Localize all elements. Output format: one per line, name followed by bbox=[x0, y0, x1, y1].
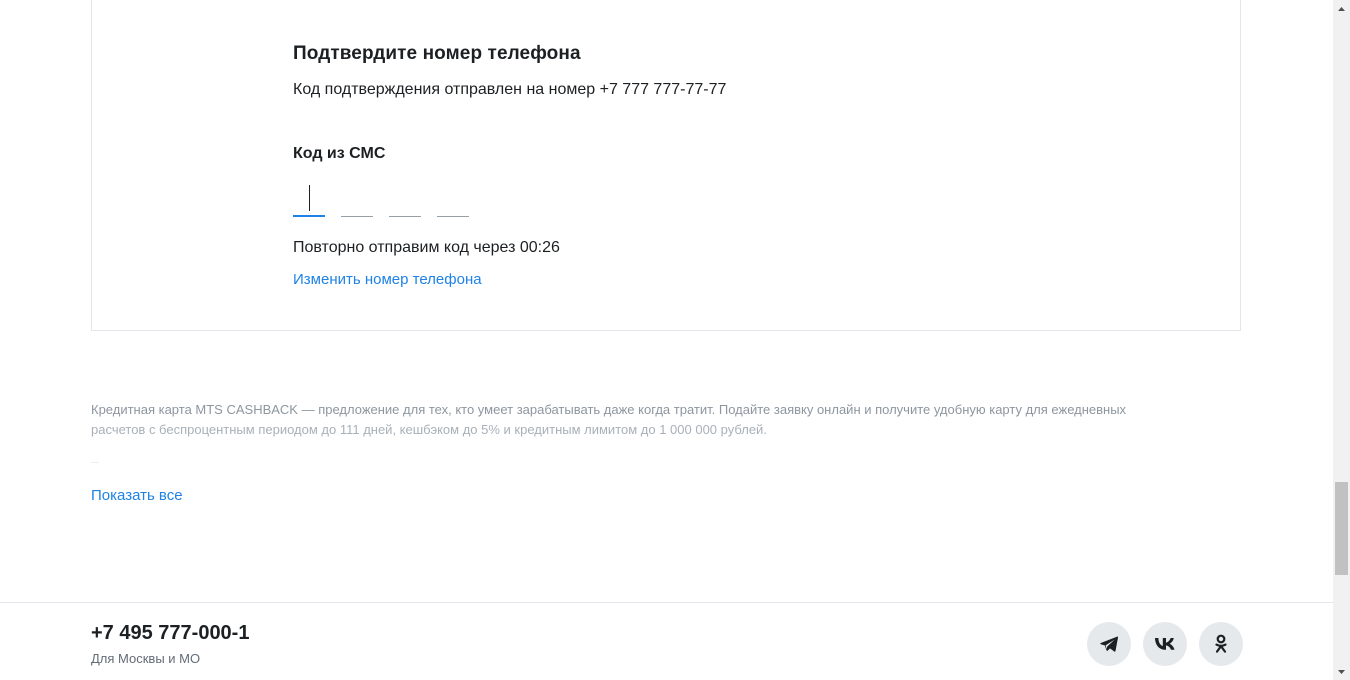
footer-divider bbox=[0, 602, 1333, 603]
change-phone-link[interactable]: Изменить номер телефона bbox=[293, 271, 482, 288]
description-line-2: расчетов с беспроцентным периодом до 111… bbox=[91, 422, 767, 437]
ok-button[interactable] bbox=[1199, 622, 1243, 666]
description-line-1: Кредитная карта MTS CASHBACK — предложен… bbox=[91, 402, 1127, 417]
vk-icon bbox=[1155, 638, 1175, 650]
ok-icon bbox=[1215, 634, 1227, 653]
scroll-up-icon[interactable] bbox=[1333, 0, 1350, 17]
show-all-link[interactable]: Показать все bbox=[91, 487, 183, 504]
scrollbar-thumb[interactable] bbox=[1335, 482, 1348, 575]
vk-button[interactable] bbox=[1143, 622, 1187, 666]
sms-code-label: Код из СМС bbox=[293, 145, 386, 162]
sms-code-inputs bbox=[293, 179, 469, 219]
footer-phone-number[interactable]: +7 495 777-000-1 bbox=[91, 622, 249, 645]
telegram-button[interactable] bbox=[1087, 622, 1131, 666]
footer-region-label: Для Москвы и МО bbox=[91, 651, 201, 666]
confirmation-title: Подтвердите номер телефона bbox=[293, 43, 581, 64]
telegram-icon bbox=[1100, 636, 1118, 652]
vertical-scrollbar[interactable] bbox=[1333, 0, 1350, 680]
resend-timer-text: Повторно отправим код через 00:26 bbox=[293, 239, 560, 256]
confirmation-subtitle: Код подтверждения отправлен на номер +7 … bbox=[293, 81, 727, 98]
page: Подтвердите номер телефона Код подтвержд… bbox=[0, 0, 1350, 680]
text-caret bbox=[309, 185, 310, 211]
phone-confirmation-card: Подтвердите номер телефона Код подтвержд… bbox=[91, 0, 1241, 331]
sms-code-digit-4[interactable] bbox=[437, 179, 469, 217]
sms-code-digit-2[interactable] bbox=[341, 179, 373, 217]
scroll-down-icon[interactable] bbox=[1333, 663, 1350, 680]
product-description: Кредитная карта MTS CASHBACK — предложен… bbox=[91, 400, 1211, 440]
sms-code-digit-3[interactable] bbox=[389, 179, 421, 217]
fade-marker bbox=[91, 462, 99, 463]
